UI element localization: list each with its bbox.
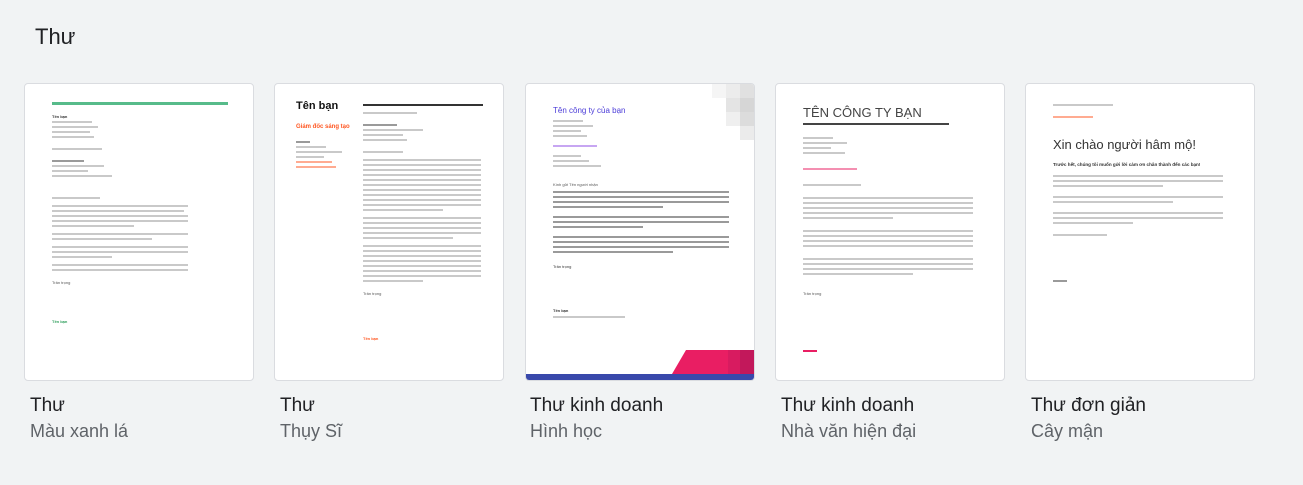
- preview-signature: Tên bạn: [553, 308, 569, 313]
- preview-closing: Trân trọng: [52, 280, 71, 285]
- template-name: Thư: [30, 395, 65, 416]
- preview-sender: Tên bạn: [52, 114, 68, 119]
- preview-company: TÊN CÔNG TY BẠN: [803, 105, 922, 120]
- preview-role: Giám đốc sáng tạo: [296, 124, 350, 130]
- template-name: Thư kinh doanh: [530, 395, 664, 416]
- template-subtitle: Hình học: [530, 421, 603, 441]
- template-card-business-geometric[interactable]: Tên công ty của bạn Kính gửi Tên người n…: [525, 83, 755, 381]
- template-preview: Tên bạn Trân trọng Tên bạn: [25, 84, 253, 380]
- preview-closing: Trân trọng: [803, 291, 822, 296]
- preview-closing: Trân trọng: [553, 264, 572, 269]
- template-name: Thư đơn giản: [1031, 395, 1146, 416]
- geometric-corner-pattern: [712, 84, 754, 140]
- template-subtitle: Cây mận: [1031, 421, 1104, 441]
- template-name: Thư kinh doanh: [781, 395, 915, 416]
- preview-signature: Tên bạn: [52, 319, 68, 324]
- template-card-letter-swiss[interactable]: Tên bạn Giám đốc sáng tạo Trân trọng Tên…: [274, 83, 504, 381]
- template-subtitle: Nhà văn hiện đại: [781, 421, 917, 441]
- template-preview: Tên bạn Giám đốc sáng tạo Trân trọng Tên…: [275, 84, 503, 380]
- template-preview: TÊN CÔNG TY BẠN Trân trọng: [776, 84, 1004, 380]
- template-card-business-modern-writer[interactable]: TÊN CÔNG TY BẠN Trân trọng: [775, 83, 1005, 381]
- preview-closing: Trân trọng: [363, 291, 382, 296]
- preview-subheading: Trước hết, chúng tôi muốn gửi lời cảm ơn…: [1053, 162, 1201, 167]
- preview-greeting: Kính gửi Tên người nhận: [553, 182, 598, 187]
- section-title: Thư: [35, 24, 76, 49]
- accent-bar: [52, 102, 228, 105]
- preview-company: Tên công ty của bạn: [553, 106, 626, 115]
- template-card-letter-green[interactable]: Tên bạn Trân trọng Tên bạn: [24, 83, 254, 381]
- preview-signature: Tên bạn: [363, 336, 379, 341]
- template-subtitle: Thụy Sĩ: [280, 421, 343, 441]
- template-preview: Xin chào người hâm mộ! Trước hết, chúng …: [1026, 84, 1254, 380]
- preview-heading: Xin chào người hâm mộ!: [1053, 137, 1196, 152]
- template-card-simple-plum[interactable]: Xin chào người hâm mộ! Trước hết, chúng …: [1025, 83, 1255, 381]
- template-subtitle: Màu xanh lá: [30, 421, 129, 441]
- geometric-footer-pattern: [526, 350, 754, 380]
- preview-name: Tên bạn: [296, 100, 339, 112]
- template-preview: Tên công ty của bạn Kính gửi Tên người n…: [526, 84, 754, 380]
- template-name: Thư: [280, 395, 315, 416]
- heading-rule: [803, 123, 949, 125]
